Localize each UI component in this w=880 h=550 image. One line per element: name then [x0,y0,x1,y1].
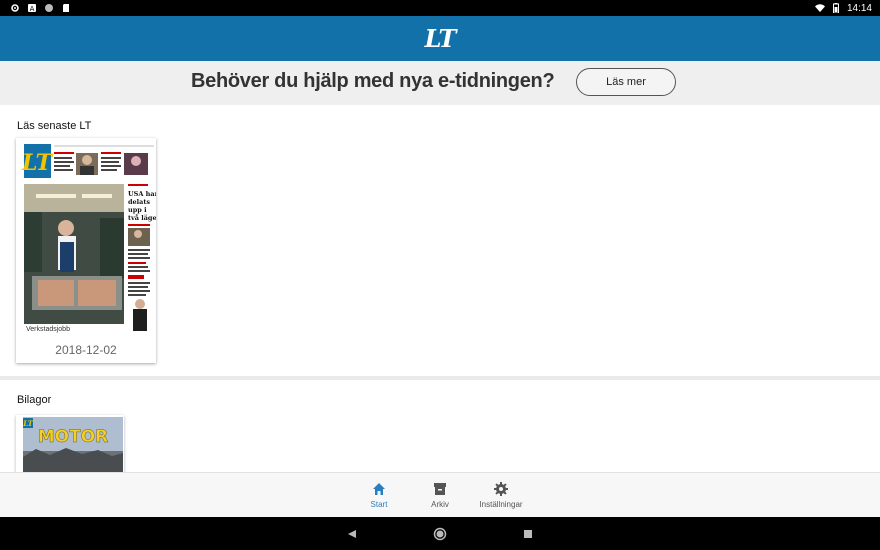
nav-installningar[interactable]: Inställningar [466,481,536,509]
help-banner: Behöver du hjälp med nya e-tidningen? Lä… [0,61,880,105]
sd-card-icon [61,3,71,13]
nav-installningar-label: Inställningar [479,500,523,509]
text-notification-icon: A [27,3,37,13]
gear-icon [493,481,509,497]
circle-notification-icon [44,3,54,13]
app-bar: LT [0,16,880,61]
bilagor-section-title: Bilagor [17,394,52,406]
latest-paper-card[interactable]: LT Verkstadsjobb USA har delats upp i tv… [16,138,156,363]
latest-section-title: Läs senaste LT [17,120,92,132]
app-logo: LT [424,24,457,53]
wifi-icon [814,3,825,13]
svg-text:A: A [30,5,35,13]
bilaga-motor-card[interactable]: LT MOTOR [16,415,124,473]
recents-square-icon [524,530,532,538]
motor-cover-thumbnail: LT MOTOR [16,415,124,473]
nav-start-label: Start [370,500,388,509]
nav-arkiv-label: Arkiv [431,500,449,509]
recents-button[interactable] [520,526,536,542]
settings-notification-icon [10,3,20,13]
newspaper-cover-thumbnail: LT Verkstadsjobb USA har delats upp i tv… [16,138,156,338]
section-divider [0,376,880,380]
nav-start[interactable]: Start [344,481,414,509]
home-circle-icon [433,527,447,541]
read-more-button[interactable]: Läs mer [576,68,676,96]
home-icon [371,481,387,497]
system-navigation-bar [0,517,880,550]
paper-date: 2018-12-02 [55,343,117,357]
banner-text: Behöver du hjälp med nya e-tidningen? [191,70,555,92]
status-bar: A 14:14 [0,0,880,16]
archive-icon [432,481,448,497]
back-triangle-icon [348,530,356,538]
motor-cover-title: MOTOR [38,427,109,447]
motor-cover-logo: LT [22,419,33,428]
cover-caption: Verkstadsjobb [26,326,70,333]
battery-icon [831,3,841,13]
cover-logo: LT [21,150,54,176]
nav-arkiv[interactable]: Arkiv [405,481,475,509]
bottom-navigation: Start Arkiv Inställningar [0,472,880,517]
status-time: 14:14 [846,2,872,14]
home-button[interactable] [432,526,448,542]
back-button[interactable] [344,526,360,542]
